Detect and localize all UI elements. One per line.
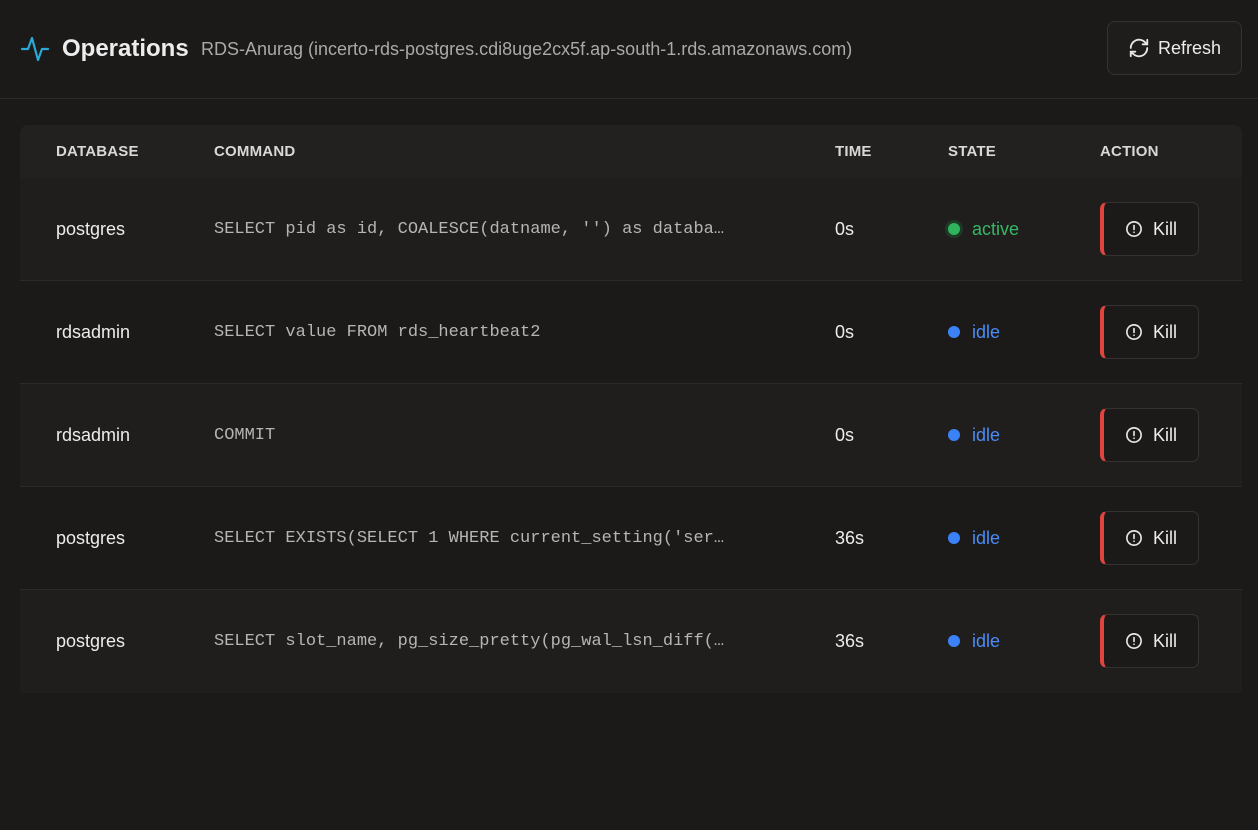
command-text: SELECT pid as id, COALESCE(datname, '') … [214,220,759,239]
action-cell: Kill [1100,178,1199,280]
database-cell: rdsadmin [56,281,130,383]
command-text: SELECT value FROM rds_heartbeat2 [214,323,759,342]
time-cell: 36s [835,487,864,589]
action-cell: Kill [1100,281,1199,383]
time-cell: 0s [835,384,854,486]
database-cell: postgres [56,487,125,589]
command-text: SELECT slot_name, pg_size_pretty(pg_wal_… [214,632,759,651]
action-cell: Kill [1100,487,1199,589]
kill-label: Kill [1153,528,1177,549]
state-cell: idle [948,281,1000,383]
kill-button[interactable]: Kill [1100,305,1199,359]
command-text: COMMIT [214,426,759,445]
page-header: Operations RDS-Anurag (incerto-rds-postg… [0,0,1258,99]
kill-label: Kill [1153,631,1177,652]
table-row: rdsadmin SELECT value FROM rds_heartbeat… [20,281,1242,384]
column-header-time: TIME [835,125,872,178]
state-label: idle [972,631,1000,652]
command-cell: SELECT slot_name, pg_size_pretty(pg_wal_… [214,590,759,692]
table-row: postgres SELECT pid as id, COALESCE(datn… [20,178,1242,281]
state-dot-icon [948,326,960,338]
operations-table: DATABASE COMMAND TIME STATE ACTION postg… [20,125,1242,693]
database-cell: postgres [56,590,125,692]
kill-label: Kill [1153,219,1177,240]
connection-name: RDS-Anurag (incerto-rds-postgres.cdi8uge… [201,36,852,62]
command-cell: COMMIT [214,384,759,486]
time-cell: 0s [835,281,854,383]
command-cell: SELECT value FROM rds_heartbeat2 [214,281,759,383]
state-cell: active [948,178,1019,280]
table-row: rdsadmin COMMIT 0s idle Kill [20,384,1242,487]
action-cell: Kill [1100,590,1199,692]
state-dot-icon [948,223,960,235]
state-label: idle [972,528,1000,549]
alert-circle-icon [1125,632,1143,650]
alert-circle-icon [1125,426,1143,444]
column-header-command: COMMAND [214,125,295,178]
state-dot-icon [948,635,960,647]
state-cell: idle [948,487,1000,589]
column-header-action: ACTION [1100,125,1159,178]
state-label: idle [972,425,1000,446]
kill-button[interactable]: Kill [1100,614,1199,668]
refresh-button[interactable]: Refresh [1107,21,1242,75]
database-cell: postgres [56,178,125,280]
alert-circle-icon [1125,529,1143,547]
kill-button[interactable]: Kill [1100,408,1199,462]
time-cell: 36s [835,590,864,692]
command-cell: SELECT pid as id, COALESCE(datname, '') … [214,178,759,280]
refresh-label: Refresh [1158,38,1221,59]
refresh-icon [1128,37,1150,59]
state-cell: idle [948,590,1000,692]
column-header-database: DATABASE [56,125,139,178]
state-dot-icon [948,429,960,441]
page-title: Operations [62,33,189,65]
state-label: idle [972,322,1000,343]
command-text: SELECT EXISTS(SELECT 1 WHERE current_set… [214,529,759,548]
kill-button[interactable]: Kill [1100,202,1199,256]
table-header: DATABASE COMMAND TIME STATE ACTION [20,125,1242,178]
alert-circle-icon [1125,323,1143,341]
state-dot-icon [948,532,960,544]
state-label: active [972,219,1019,240]
table-body: postgres SELECT pid as id, COALESCE(datn… [20,178,1242,693]
alert-circle-icon [1125,220,1143,238]
table-row: postgres SELECT EXISTS(SELECT 1 WHERE cu… [20,487,1242,590]
table-row: postgres SELECT slot_name, pg_size_prett… [20,590,1242,693]
activity-pulse-icon [20,33,50,63]
time-cell: 0s [835,178,854,280]
command-cell: SELECT EXISTS(SELECT 1 WHERE current_set… [214,487,759,589]
action-cell: Kill [1100,384,1199,486]
state-cell: idle [948,384,1000,486]
database-cell: rdsadmin [56,384,130,486]
kill-label: Kill [1153,322,1177,343]
kill-button[interactable]: Kill [1100,511,1199,565]
column-header-state: STATE [948,125,996,178]
kill-label: Kill [1153,425,1177,446]
